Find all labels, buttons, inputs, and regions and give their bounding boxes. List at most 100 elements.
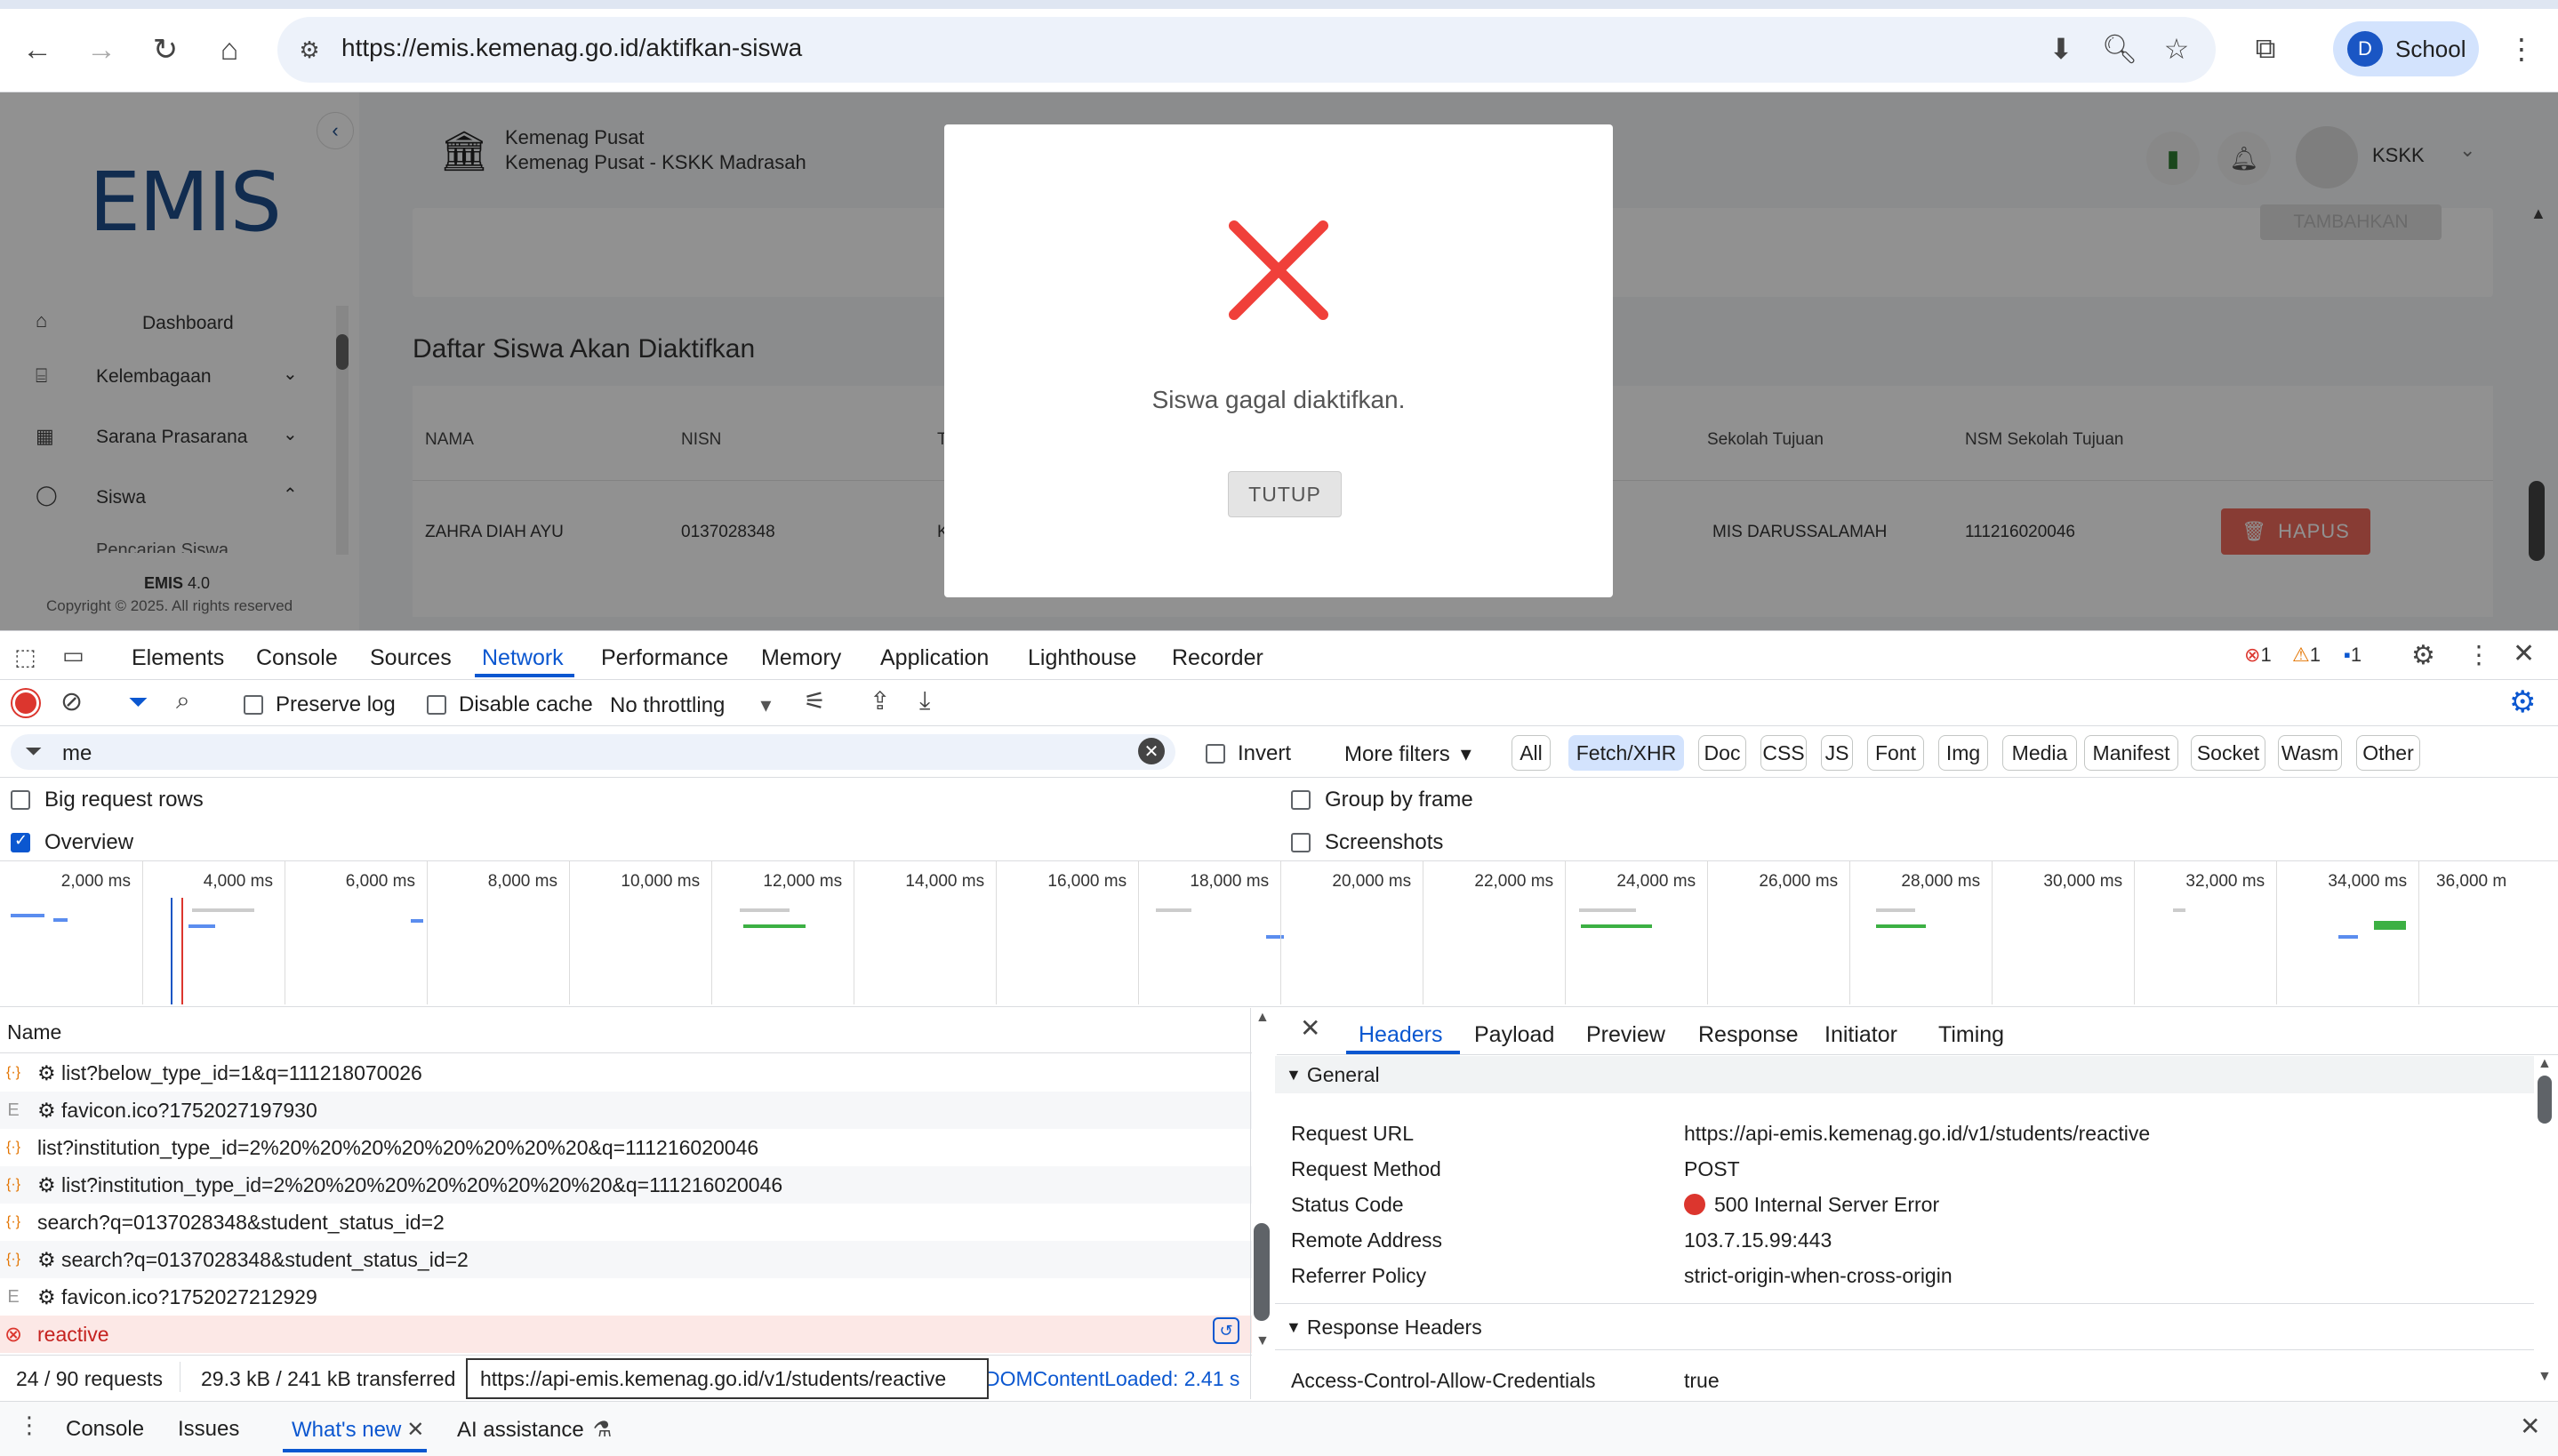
invert-checkbox[interactable]: Invert bbox=[1206, 741, 1291, 766]
clear-filter-icon[interactable]: ✕ bbox=[1138, 738, 1165, 764]
type-filter-img[interactable]: Img bbox=[1938, 735, 1988, 771]
menu-kebab-icon[interactable]: ⋮ bbox=[2497, 24, 2546, 74]
type-filter-other[interactable]: Other bbox=[2356, 735, 2420, 771]
request-row[interactable]: {·} search?q=0137028348&student_status_id… bbox=[0, 1204, 1252, 1241]
network-settings-icon[interactable]: ⚙ bbox=[2509, 684, 2536, 720]
scroll-thumb[interactable] bbox=[1254, 1223, 1270, 1321]
device-toolbar-icon[interactable]: ▭ bbox=[62, 642, 84, 669]
type-filter-css[interactable]: CSS bbox=[1760, 735, 1807, 771]
reload-icon[interactable]: ↻ bbox=[139, 23, 192, 76]
request-row[interactable]: E ⚙ favicon.ico?1752027212929 bbox=[0, 1278, 1252, 1316]
tab-recorder[interactable]: Recorder bbox=[1172, 645, 1263, 671]
tab-application[interactable]: Application bbox=[880, 645, 989, 671]
request-row[interactable]: {·} ⚙ list?institution_type_id=2%20%20%20… bbox=[0, 1166, 1252, 1204]
request-row[interactable]: {·} ⚙ search?q=0137028348&student_status_… bbox=[0, 1241, 1252, 1278]
type-filter-manifest[interactable]: Manifest bbox=[2084, 735, 2178, 771]
request-row[interactable]: {·} ⚙ list?below_type_id=1&q=111218070026 bbox=[0, 1054, 1252, 1092]
detail-tab-timing[interactable]: Timing bbox=[1938, 1022, 2004, 1048]
tab-network[interactable]: Network bbox=[482, 645, 564, 671]
throttling-select[interactable]: No throttling ▾ bbox=[610, 692, 771, 718]
close-detail-icon[interactable]: ✕ bbox=[1300, 1013, 1320, 1043]
name-column-header[interactable]: Name bbox=[7, 1020, 61, 1044]
general-section-header[interactable]: ▼ General bbox=[1275, 1056, 2534, 1093]
timeline-bar bbox=[740, 908, 790, 912]
export-har-icon[interactable]: ⤓ bbox=[919, 686, 930, 716]
timeline-tick-label: 34,000 ms bbox=[2328, 872, 2408, 891]
import-har-icon[interactable]: ⇪ bbox=[870, 686, 890, 716]
home-icon[interactable]: ⌂ bbox=[203, 23, 256, 76]
detail-scrollbar[interactable]: ▲ ▼ bbox=[2534, 1056, 2557, 1394]
type-filter-wasm[interactable]: Wasm bbox=[2278, 735, 2342, 771]
scroll-thumb[interactable] bbox=[2538, 1076, 2552, 1124]
warning-count-badge[interactable]: ⚠1 bbox=[2292, 644, 2321, 667]
filter-icon[interactable]: ⏷ bbox=[128, 688, 148, 717]
drawer-tab-console[interactable]: Console bbox=[66, 1417, 144, 1442]
detail-tab-preview[interactable]: Preview bbox=[1586, 1022, 1665, 1048]
tab-memory[interactable]: Memory bbox=[761, 645, 841, 671]
close-devtools-icon[interactable]: ✕ bbox=[2513, 638, 2535, 669]
drawer-menu-icon[interactable]: ⋮ bbox=[18, 1412, 41, 1439]
type-filter-font[interactable]: Font bbox=[1867, 735, 1924, 771]
request-row[interactable]: E ⚙ favicon.ico?1752027197930 bbox=[0, 1092, 1252, 1129]
type-filter-js[interactable]: JS bbox=[1821, 735, 1853, 771]
inspect-element-icon[interactable]: ⬚ bbox=[14, 644, 36, 671]
tab-elements[interactable]: Elements bbox=[132, 645, 224, 671]
drawer-tab-ai-assistance[interactable]: AI assistance ⚗ bbox=[457, 1417, 612, 1443]
detail-tab-response[interactable]: Response bbox=[1698, 1022, 1799, 1048]
more-filters-dropdown[interactable]: More filters ▾ bbox=[1344, 741, 1471, 767]
big-rows-checkbox[interactable]: Big request rows bbox=[11, 788, 204, 812]
overview-checkbox[interactable]: ✓ Overview bbox=[11, 830, 133, 855]
url-text[interactable]: https://emis.kemenag.go.id/aktifkan-sisw… bbox=[341, 34, 802, 62]
type-filter-all[interactable]: All bbox=[1512, 735, 1551, 771]
bookmark-star-icon[interactable]: ☆ bbox=[2152, 24, 2201, 74]
site-info-icon[interactable]: ⚙ bbox=[290, 30, 329, 69]
install-app-icon[interactable]: ⬇ bbox=[2036, 24, 2086, 74]
disable-cache-checkbox[interactable]: Disable cache bbox=[427, 692, 593, 717]
request-list-scrollbar[interactable]: ▲ ▼ bbox=[1252, 1010, 1275, 1348]
close-drawer-icon[interactable]: ✕ bbox=[2520, 1412, 2540, 1441]
info-count-badge[interactable]: ▪1 bbox=[2344, 644, 2362, 667]
profile-button[interactable]: D School bbox=[2333, 21, 2479, 76]
record-stop-icon[interactable] bbox=[12, 690, 39, 716]
detail-tab-payload[interactable]: Payload bbox=[1474, 1022, 1554, 1048]
settings-gear-icon[interactable]: ⚙ bbox=[2411, 640, 2435, 671]
response-headers-section-header[interactable]: ▼ Response Headers bbox=[1275, 1308, 2534, 1346]
tab-performance[interactable]: Performance bbox=[601, 645, 728, 671]
request-row[interactable]: ⊗ reactive bbox=[0, 1316, 1252, 1353]
close-dialog-button[interactable]: TUTUP bbox=[1228, 471, 1342, 517]
close-icon[interactable]: ✕ bbox=[406, 1418, 424, 1442]
devtools-menu-icon[interactable]: ⋮ bbox=[2466, 640, 2491, 669]
detail-tab-initiator[interactable]: Initiator bbox=[1824, 1022, 1897, 1048]
drawer-tab-whats-new[interactable]: What's new ✕ bbox=[292, 1417, 424, 1443]
zoom-icon[interactable]: 🔍︎ bbox=[2095, 24, 2145, 74]
tab-sources[interactable]: Sources bbox=[370, 645, 452, 671]
extensions-icon[interactable]: ⧉ bbox=[2241, 24, 2290, 74]
timeline-tick-label: 22,000 ms bbox=[1474, 872, 1554, 891]
url-tooltip: https://api-emis.kemenag.go.id/v1/studen… bbox=[466, 1358, 989, 1399]
filter-value[interactable]: me bbox=[62, 741, 92, 766]
clear-icon[interactable]: ⊘ bbox=[60, 686, 83, 717]
type-filter-fetch-xhr[interactable]: Fetch/XHR bbox=[1568, 735, 1684, 771]
detail-tab-headers[interactable]: Headers bbox=[1359, 1022, 1443, 1048]
group-by-frame-checkbox[interactable]: Group by frame bbox=[1291, 788, 1473, 812]
type-filter-doc[interactable]: Doc bbox=[1698, 735, 1746, 771]
request-row[interactable]: {·} list?institution_type_id=2%20%20%20%2… bbox=[0, 1129, 1252, 1166]
header-key: Access-Control-Allow-Credentials bbox=[1291, 1369, 1596, 1392]
type-filter-media[interactable]: Media bbox=[2002, 735, 2077, 771]
error-count-badge[interactable]: ⊗1 bbox=[2244, 644, 2272, 667]
type-filter-socket[interactable]: Socket bbox=[2191, 735, 2265, 771]
screenshots-checkbox[interactable]: Screenshots bbox=[1291, 830, 1443, 855]
search-icon[interactable]: ⌕ bbox=[176, 686, 190, 716]
active-tab-indicator bbox=[283, 1449, 427, 1452]
back-icon[interactable]: ← bbox=[11, 23, 64, 76]
forward-icon[interactable]: → bbox=[75, 23, 128, 76]
filter-input[interactable] bbox=[11, 734, 1175, 770]
panel-splitter[interactable] bbox=[1250, 1008, 1251, 1399]
preserve-log-checkbox[interactable]: Preserve log bbox=[244, 692, 396, 717]
tab-console[interactable]: Console bbox=[256, 645, 338, 671]
request-name: list?institution_type_id=2%20%20%20%20%2… bbox=[37, 1135, 759, 1159]
network-conditions-icon[interactable]: ⚟ bbox=[804, 686, 826, 716]
drawer-tab-issues[interactable]: Issues bbox=[178, 1417, 239, 1442]
tab-lighthouse[interactable]: Lighthouse bbox=[1028, 645, 1136, 671]
replay-request-icon[interactable]: ↺ bbox=[1213, 1317, 1239, 1344]
